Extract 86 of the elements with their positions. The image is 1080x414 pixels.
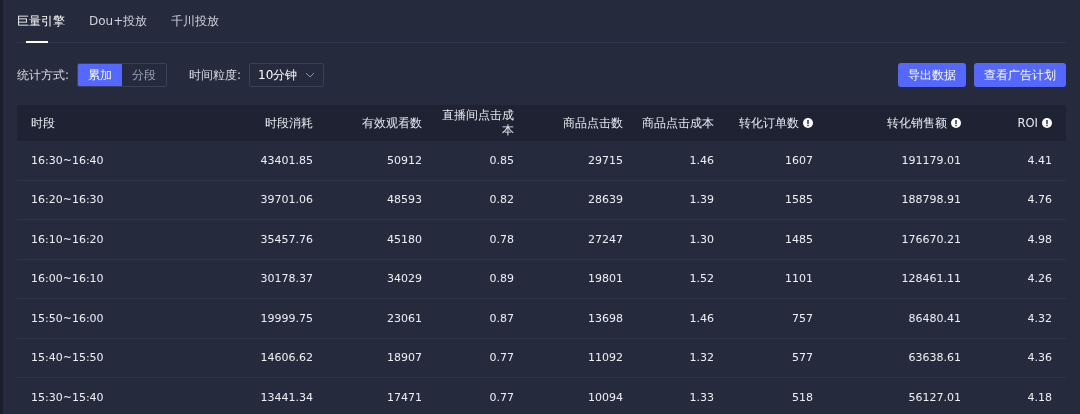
table-cell: 23061 (387, 311, 422, 325)
table-cell: 17471 (387, 390, 422, 404)
table-cell-text: 16:00~16:10 (30, 272, 104, 286)
table-cell-text: 15:30~15:40 (30, 390, 104, 404)
column-header: ROI (1017, 115, 1038, 131)
table-cell-text: 16:30~16:40 (30, 153, 104, 167)
table-cell: 191179.01 (901, 153, 961, 167)
table-cell: 1101 (785, 272, 813, 286)
tab[interactable]: 千川投放 (171, 0, 220, 42)
table-cell-text: 16:10~16:20 (30, 232, 104, 246)
table-cell-text: 15:50~16:00 (30, 311, 104, 325)
table-cell: 1.39 (689, 193, 714, 207)
table-cell: 34029 (387, 272, 422, 286)
table-cell-text: 15:40~15:50 (30, 351, 104, 365)
table-cell: 11092 (588, 351, 623, 365)
table-cell: 19801 (588, 272, 623, 286)
table-cell: 86480.41 (908, 311, 961, 325)
table-cell: 4.18 (1027, 390, 1052, 404)
table-cell: 4.36 (1027, 351, 1052, 365)
table-cell: 4.41 (1027, 153, 1052, 167)
table-cell: 188798.91 (901, 193, 961, 207)
table-cell: 1607 (785, 153, 813, 167)
mode-label: 统计方式: (17, 66, 70, 84)
chevron-down-icon (305, 72, 316, 78)
table-cell: 1.46 (689, 311, 714, 325)
table-cell: 0.78 (489, 232, 514, 246)
table-cell: 29715 (588, 153, 623, 167)
table-cell: 28639 (588, 193, 623, 207)
column-header: 时段消耗 (265, 115, 313, 131)
table-cell: 4.98 (1027, 232, 1052, 246)
table-cell: 1.32 (689, 351, 714, 365)
table-cell: 1485 (785, 232, 813, 246)
table-cell-text: 16:20~16:30 (30, 193, 104, 207)
table-cell: 0.77 (489, 351, 514, 365)
table-cell: 4.76 (1027, 193, 1052, 207)
table-cell: 0.82 (489, 193, 514, 207)
table-cell: 1.52 (689, 272, 714, 286)
table-cell: 0.85 (489, 153, 514, 167)
granularity-select[interactable]: 10分钟 (249, 63, 325, 87)
info-icon (1042, 118, 1052, 128)
table-cell: 518 (792, 390, 813, 404)
action-button[interactable]: 导出数据 (898, 63, 966, 87)
column-header: 直播间点击成本 (442, 108, 514, 138)
table-cell: 4.32 (1027, 311, 1052, 325)
table-cell: 0.77 (489, 390, 514, 404)
table-cell: 128461.11 (901, 272, 961, 286)
column-header: 有效观看数 (362, 115, 422, 131)
table-cell: 577 (792, 351, 813, 365)
table-cell: 176670.21 (901, 232, 961, 246)
table-cell: 13698 (588, 311, 623, 325)
table-cell: 45180 (387, 232, 422, 246)
table-cell: 14606.62 (260, 351, 313, 365)
granularity-label: 时间粒度: (189, 66, 242, 84)
column-header: 商品点击数 (563, 115, 623, 131)
tab[interactable]: 巨量引擎 (17, 0, 65, 42)
table-cell: 1.46 (689, 153, 714, 167)
table-cell: 1585 (785, 193, 813, 207)
table-cell: 48593 (387, 193, 422, 207)
info-icon (803, 118, 813, 128)
tab[interactable]: Dou+投放 (89, 0, 148, 42)
table-cell: 4.26 (1027, 272, 1052, 286)
table-cell: 35457.76 (260, 232, 313, 246)
column-header: 时段 (31, 115, 55, 131)
table-cell: 1.30 (689, 232, 714, 246)
table-cell: 19999.75 (260, 311, 313, 325)
table-cell: 43401.85 (260, 153, 313, 167)
info-icon (951, 118, 961, 128)
table-cell: 13441.34 (260, 390, 313, 404)
table-cell: 39701.06 (260, 193, 313, 207)
table-cell: 50912 (387, 153, 422, 167)
table-cell: 63638.61 (908, 351, 961, 365)
table-cell: 1.33 (689, 390, 714, 404)
mode-toggle[interactable]: 分段 (122, 64, 167, 86)
table-cell: 0.89 (489, 272, 514, 286)
column-header: 转化销售额 (887, 115, 947, 131)
table-cell: 18907 (387, 351, 422, 365)
column-header: 转化订单数 (739, 115, 799, 131)
table-cell: 10094 (588, 390, 623, 404)
action-button[interactable]: 查看广告计划 (974, 63, 1066, 87)
column-header: 商品点击成本 (642, 115, 714, 131)
table-cell: 0.87 (489, 311, 514, 325)
table-cell: 56127.01 (908, 390, 961, 404)
mode-toggle[interactable]: 累加 (78, 64, 123, 86)
table-cell: 30178.37 (260, 272, 313, 286)
table-cell: 27247 (588, 232, 623, 246)
table-cell: 757 (792, 311, 813, 325)
